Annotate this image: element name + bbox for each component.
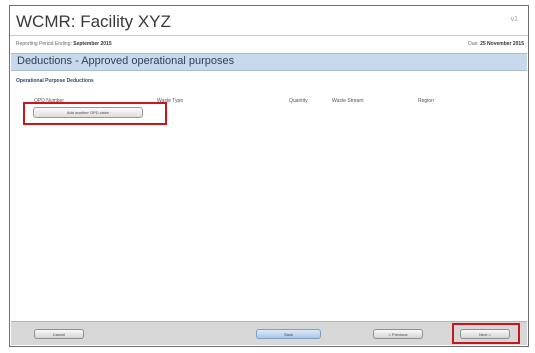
- version-label: v1: [510, 16, 518, 23]
- cancel-button[interactable]: Cancel: [34, 329, 84, 339]
- previous-button[interactable]: < Previous: [373, 329, 423, 339]
- wizard-window: WCMR: Facility XYZ v1 Reporting Period E…: [9, 5, 529, 347]
- divider: [10, 35, 528, 36]
- section-header-bar: Deductions - Approved operational purpos…: [11, 53, 527, 71]
- highlight-box-add-claim: [23, 102, 167, 125]
- page-title: WCMR: Facility XYZ: [16, 12, 171, 31]
- reporting-period-value: September 2015: [73, 41, 112, 47]
- column-header-waste-stream: Waste Stream: [332, 98, 364, 104]
- column-header-quantity: Quantity: [289, 98, 308, 104]
- due-date: Due: 25 November 2015: [468, 41, 524, 47]
- reporting-period-label: Reporting Period Ending:: [16, 41, 72, 47]
- footer-bar: Cancel Save < Previous Next >: [11, 321, 527, 345]
- reporting-period: Reporting Period Ending: September 2015: [16, 41, 112, 47]
- highlight-box-next: [452, 323, 520, 344]
- column-header-region: Region: [418, 98, 434, 104]
- subsection-heading: Operational Purpose Deductions: [16, 78, 94, 84]
- due-value: 25 November 2015: [480, 41, 524, 47]
- section-title: Deductions - Approved operational purpos…: [17, 55, 235, 67]
- due-label: Due:: [468, 41, 479, 47]
- save-button[interactable]: Save: [256, 329, 321, 339]
